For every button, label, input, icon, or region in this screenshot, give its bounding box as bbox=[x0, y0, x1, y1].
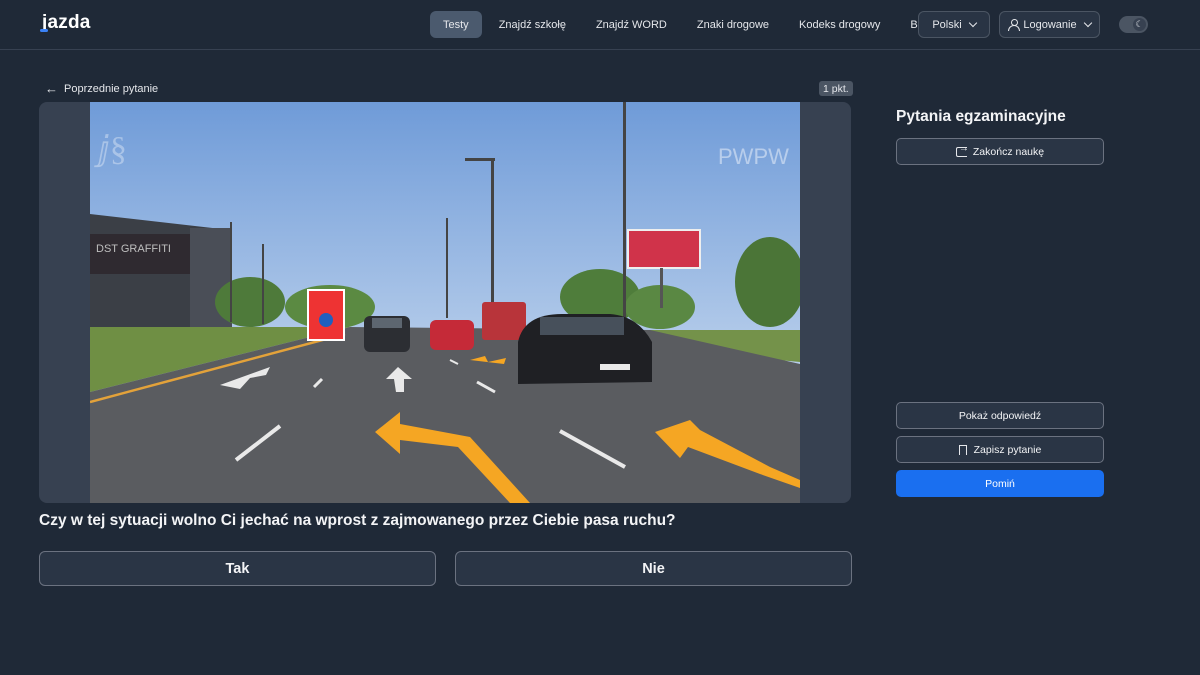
sidebar-title: Pytania egzaminacyjne bbox=[896, 108, 1066, 125]
logo[interactable]: jazda bbox=[42, 12, 91, 34]
show-answer-button[interactable]: Pokaż odpowiedź bbox=[896, 402, 1104, 429]
exit-icon bbox=[955, 143, 969, 157]
top-header: jazda Testy Znajdź szkołę Znajdź WORD Zn… bbox=[0, 0, 1200, 50]
points-badge: 1 pkt. bbox=[819, 81, 853, 96]
chevron-down-icon bbox=[1083, 18, 1092, 28]
seal-watermark: ⅉ§ bbox=[94, 131, 127, 168]
previous-question-link[interactable]: ← Poprzednie pytanie bbox=[45, 81, 158, 96]
nav-traffic-code[interactable]: Kodeks drogowy bbox=[786, 11, 893, 38]
logo-text: jazda bbox=[42, 12, 91, 33]
login-label: Logowanie bbox=[1023, 18, 1077, 31]
answer-yes-button[interactable]: Tak bbox=[39, 551, 436, 586]
moon-icon: ☾ bbox=[1133, 18, 1146, 31]
chevron-down-icon bbox=[968, 18, 977, 28]
answer-no-button[interactable]: Nie bbox=[455, 551, 852, 586]
main-nav: Testy Znajdź szkołę Znajdź WORD Znaki dr… bbox=[430, 11, 949, 38]
language-dropdown[interactable]: Polski bbox=[918, 11, 990, 38]
nav-testy[interactable]: Testy bbox=[430, 11, 482, 38]
svg-text:DST GRAFFITI: DST GRAFFITI bbox=[96, 243, 171, 255]
watermark-text: PWPW bbox=[718, 144, 789, 169]
user-icon bbox=[1008, 19, 1021, 31]
question-text: Czy w tej sytuacji wolno Ci jechać na wp… bbox=[39, 512, 676, 529]
save-question-label: Zapisz pytanie bbox=[973, 443, 1042, 456]
skip-button[interactable]: Pomiń bbox=[896, 470, 1104, 497]
save-question-button[interactable]: Zapisz pytanie bbox=[896, 436, 1104, 463]
login-dropdown[interactable]: Logowanie bbox=[999, 11, 1100, 38]
end-learning-label: Zakończ naukę bbox=[972, 145, 1045, 158]
bookmark-icon bbox=[958, 444, 967, 456]
nav-find-school[interactable]: Znajdź szkołę bbox=[486, 11, 579, 38]
arrow-left-icon: ← bbox=[45, 81, 58, 96]
nav-road-signs[interactable]: Znaki drogowe bbox=[684, 11, 782, 38]
theme-toggle[interactable]: ☾ bbox=[1119, 16, 1148, 33]
language-label: Polski bbox=[932, 18, 962, 31]
question-media: DST GRAFFITI PWPW ⅉ§ bbox=[39, 102, 851, 503]
previous-question-label: Poprzednie pytanie bbox=[64, 82, 159, 95]
nav-find-word[interactable]: Znajdź WORD bbox=[583, 11, 680, 38]
road-scene-image: DST GRAFFITI PWPW ⅉ§ bbox=[90, 102, 800, 503]
end-learning-button[interactable]: Zakończ naukę bbox=[896, 138, 1104, 165]
